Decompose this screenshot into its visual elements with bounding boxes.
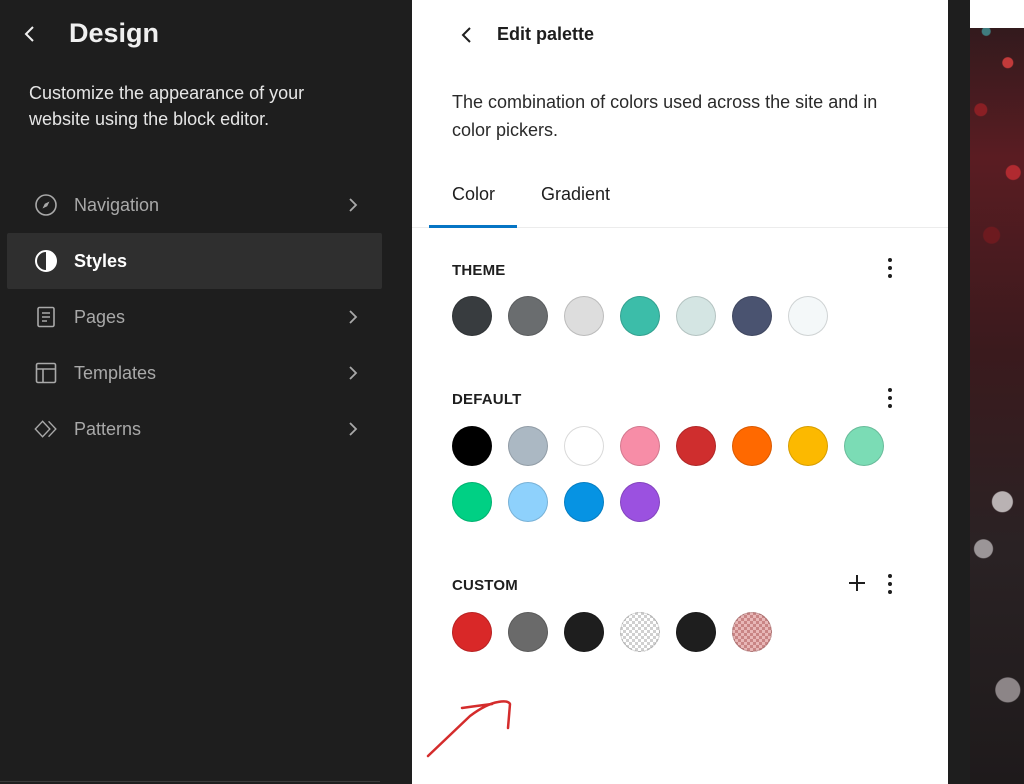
plus-icon xyxy=(849,575,865,591)
color-swatch[interactable] xyxy=(676,296,716,336)
color-swatch[interactable] xyxy=(844,426,884,466)
tab-gradient[interactable]: Gradient xyxy=(541,184,610,205)
active-tab-indicator xyxy=(429,225,517,228)
color-swatch[interactable] xyxy=(732,612,772,652)
design-sidebar: Design Customize the appearance of your … xyxy=(0,0,412,784)
sidebar-item-templates[interactable]: Templates xyxy=(7,345,382,401)
color-swatch[interactable] xyxy=(564,296,604,336)
chevron-left-icon xyxy=(24,26,34,42)
sidebar-item-label: Navigation xyxy=(74,194,160,215)
color-swatch[interactable] xyxy=(620,482,660,522)
sidebar-item-label: Patterns xyxy=(74,418,142,439)
color-swatch[interactable] xyxy=(452,426,492,466)
tab-color[interactable]: Color xyxy=(452,184,495,205)
diamond-icon xyxy=(34,417,58,441)
chevron-right-icon xyxy=(344,307,362,327)
divider xyxy=(0,781,380,782)
default-options-button[interactable] xyxy=(880,386,900,410)
section-title-custom: CUSTOM xyxy=(452,577,518,594)
chevron-right-icon xyxy=(344,363,362,383)
canvas-gutter xyxy=(948,0,970,784)
layout-icon xyxy=(34,361,58,385)
back-button[interactable] xyxy=(456,24,478,46)
color-swatch[interactable] xyxy=(732,296,772,336)
sidebar-item-navigation[interactable]: Navigation xyxy=(7,177,382,233)
chevron-right-icon xyxy=(344,419,362,439)
color-swatch[interactable] xyxy=(564,482,604,522)
custom-swatches xyxy=(452,612,912,652)
edit-palette-panel: Edit palette The combination of colors u… xyxy=(412,0,948,784)
more-vertical-icon xyxy=(888,388,892,408)
section-title-default: DEFAULT xyxy=(452,391,522,408)
color-swatch[interactable] xyxy=(620,426,660,466)
sidebar-item-pages[interactable]: Pages xyxy=(7,289,382,345)
color-swatch[interactable] xyxy=(508,426,548,466)
color-swatch[interactable] xyxy=(788,426,828,466)
site-preview[interactable] xyxy=(970,0,1024,784)
panel-description: The combination of colors used across th… xyxy=(452,92,878,140)
color-swatch[interactable] xyxy=(564,612,604,652)
color-swatch[interactable] xyxy=(620,612,660,652)
custom-options-button[interactable] xyxy=(880,572,900,596)
half-circle-icon xyxy=(34,249,58,273)
sidebar-item-label: Templates xyxy=(74,362,157,383)
color-swatch[interactable] xyxy=(452,482,492,522)
color-swatch[interactable] xyxy=(788,296,828,336)
color-swatch[interactable] xyxy=(508,482,548,522)
preview-topbar xyxy=(970,0,1024,28)
sidebar-item-label: Styles xyxy=(74,250,128,271)
color-swatch[interactable] xyxy=(676,426,716,466)
color-swatch[interactable] xyxy=(452,612,492,652)
color-swatch[interactable] xyxy=(732,426,772,466)
more-vertical-icon xyxy=(888,258,892,278)
annotation-arrow-icon xyxy=(426,700,512,758)
add-color-button[interactable] xyxy=(846,572,868,594)
color-swatch[interactable] xyxy=(676,612,716,652)
color-swatch[interactable] xyxy=(508,296,548,336)
color-swatch[interactable] xyxy=(508,612,548,652)
chevron-right-icon xyxy=(344,195,362,215)
back-button[interactable] xyxy=(18,22,42,46)
sidebar-title: Design xyxy=(69,18,160,48)
compass-icon xyxy=(34,193,58,217)
color-swatch[interactable] xyxy=(452,296,492,336)
theme-options-button[interactable] xyxy=(880,256,900,280)
color-swatch[interactable] xyxy=(564,426,604,466)
sidebar-description: Customize the appearance of your website… xyxy=(29,83,305,129)
chevron-left-icon xyxy=(461,27,471,43)
sidebar-item-label: Pages xyxy=(74,306,126,327)
theme-swatches xyxy=(452,296,912,336)
default-swatches xyxy=(452,426,912,522)
panel-title: Edit palette xyxy=(497,24,595,44)
sidebar-item-styles[interactable]: Styles xyxy=(7,233,382,289)
more-vertical-icon xyxy=(888,574,892,594)
color-swatch[interactable] xyxy=(620,296,660,336)
section-title-theme: THEME xyxy=(452,262,506,279)
page-icon xyxy=(34,305,58,329)
sidebar-item-patterns[interactable]: Patterns xyxy=(7,401,382,457)
sidebar-nav: Navigation Styles Pages Templates Patter… xyxy=(7,177,382,457)
